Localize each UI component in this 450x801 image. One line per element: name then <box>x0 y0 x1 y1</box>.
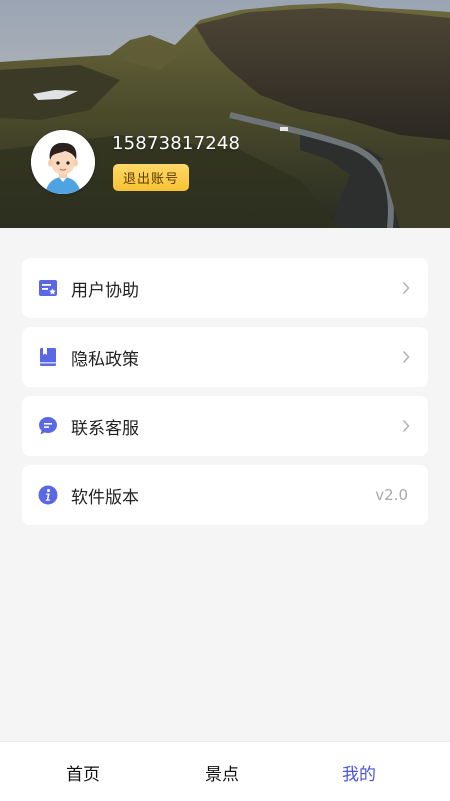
menu-item-user-assist[interactable]: 用户协助 <box>22 258 428 318</box>
menu-item-label: 用户协助 <box>71 280 139 301</box>
menu-item-label: 软件版本 <box>71 487 139 508</box>
feedback-card-icon <box>39 280 57 296</box>
chevron-right-icon <box>402 419 410 433</box>
menu-item-label: 联系客服 <box>71 418 139 439</box>
chevron-right-icon <box>402 350 410 364</box>
profile-header: 15873817248 退出账号 <box>0 0 450 228</box>
tab-home[interactable]: 首页 <box>66 760 100 785</box>
phone-number: 15873817248 <box>112 133 241 154</box>
menu-item-privacy-policy[interactable]: 隐私政策 <box>22 327 428 387</box>
logout-button[interactable]: 退出账号 <box>113 164 189 191</box>
info-icon <box>38 485 58 505</box>
settings-menu: 用户协助 隐私政策 联系客服 软件版本 v2.0 <box>22 258 428 534</box>
tab-attractions[interactable]: 景点 <box>205 760 239 785</box>
book-icon <box>40 348 56 366</box>
tab-mine[interactable]: 我的 <box>342 760 376 785</box>
chat-bubble-icon <box>39 417 57 435</box>
menu-item-label: 隐私政策 <box>71 349 139 370</box>
version-value: v2.0 <box>375 486 408 504</box>
avatar[interactable] <box>31 130 95 194</box>
menu-item-customer-service[interactable]: 联系客服 <box>22 396 428 456</box>
chevron-right-icon <box>402 281 410 295</box>
bottom-tab-bar: 首页 景点 我的 <box>0 741 450 801</box>
avatar-illustration-icon <box>31 130 95 194</box>
menu-item-software-version[interactable]: 软件版本 v2.0 <box>22 465 428 525</box>
landscape-background-image <box>0 0 450 228</box>
